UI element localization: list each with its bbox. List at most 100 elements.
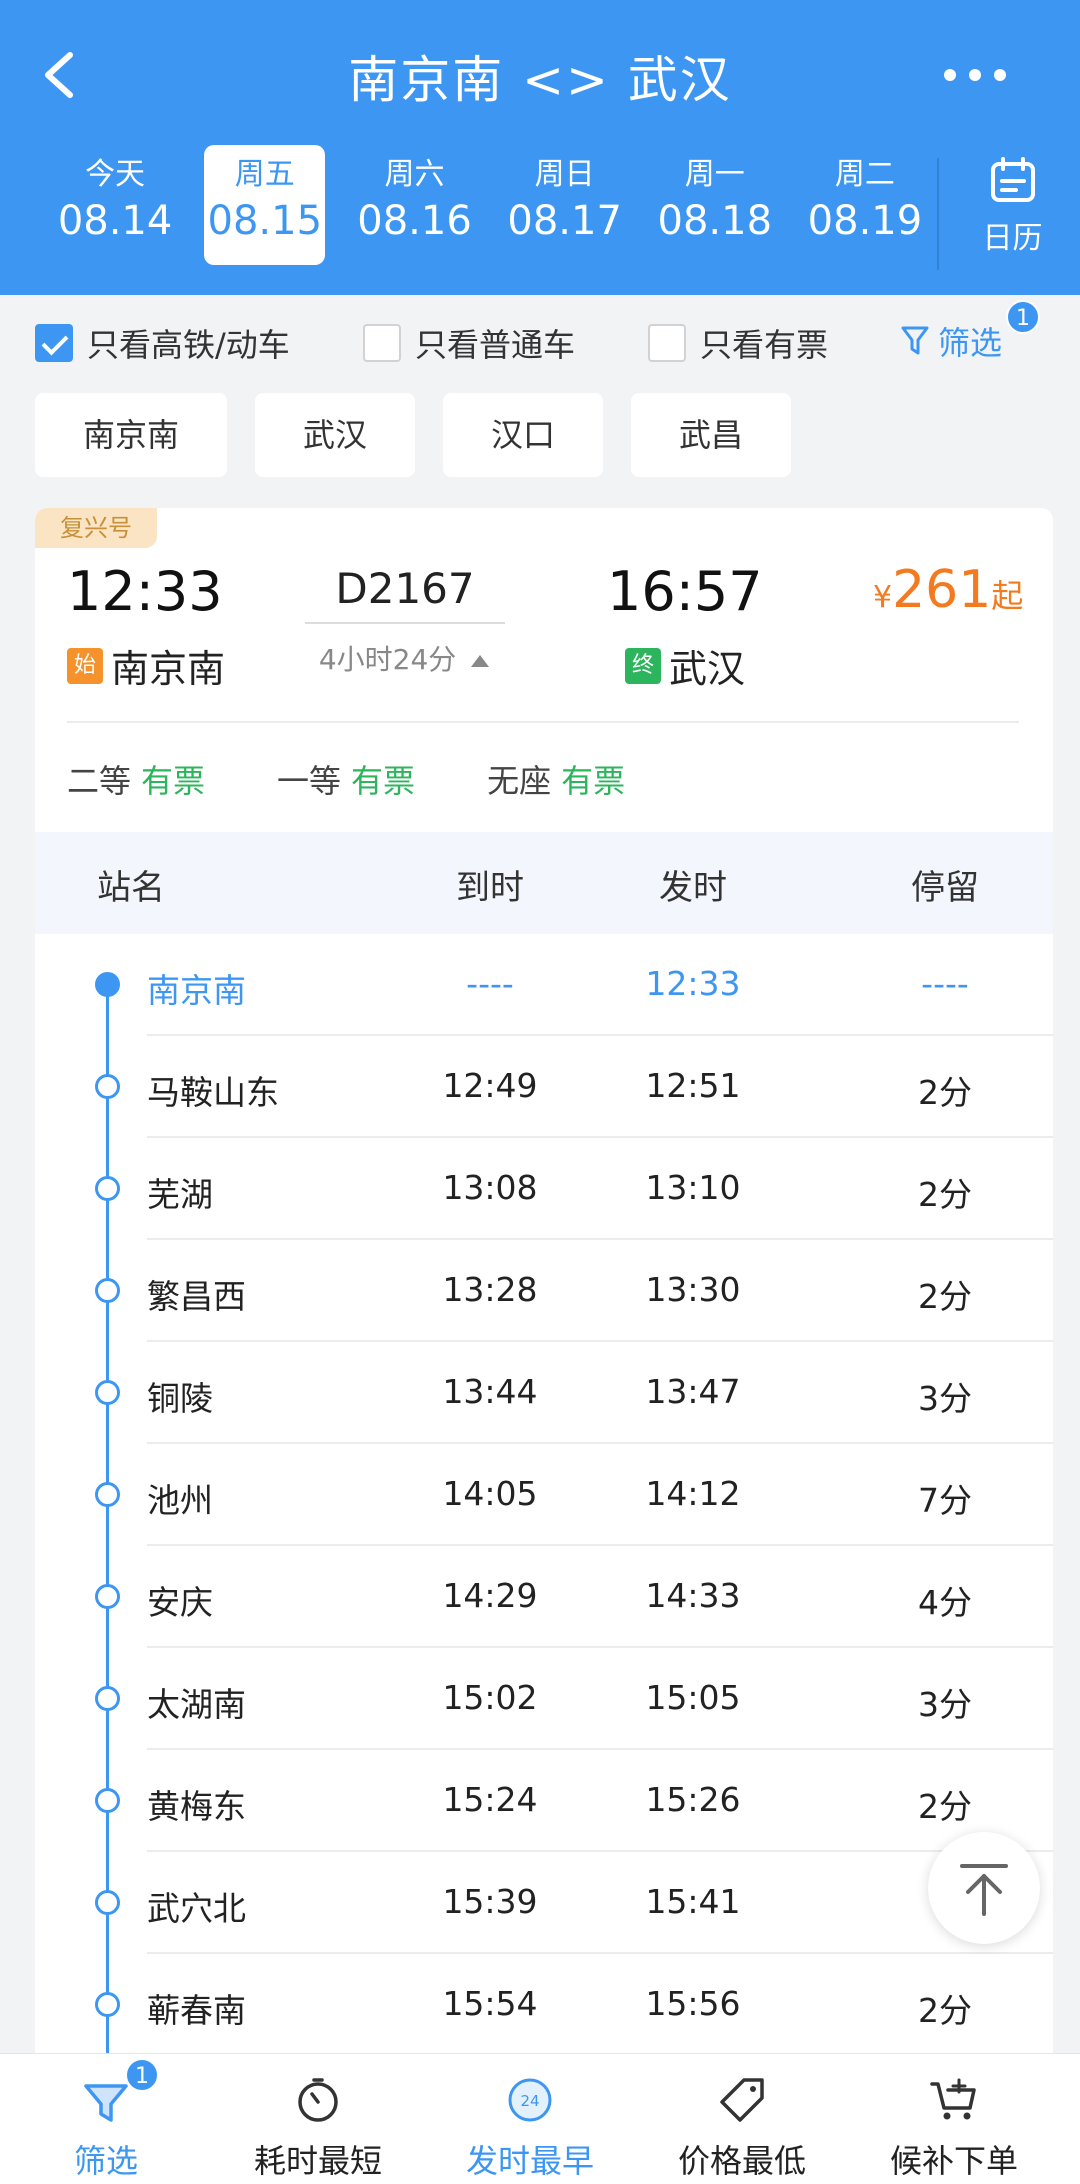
stop-depart: 15:56 <box>645 1984 741 2023</box>
date-tab-0[interactable]: 今天 08.14 <box>40 145 190 265</box>
stop-row: 池州 14:05 14:12 7分 <box>35 1444 1053 1546</box>
price-value: 261 <box>892 560 992 620</box>
stop-arrive: 13:44 <box>442 1372 538 1411</box>
train-number-underline <box>305 622 505 624</box>
seat-class: 二等 有票 <box>67 756 205 802</box>
stop-arrive: 14:05 <box>442 1474 538 1513</box>
stop-depart: 13:47 <box>645 1372 741 1411</box>
date-tab-5[interactable]: 周二 08.19 <box>790 145 940 265</box>
stop-name: 蕲春南 <box>147 1991 246 2030</box>
filter-high-speed-checkbox[interactable]: 只看高铁/动车 <box>35 320 290 366</box>
stop-arrive: 15:39 <box>442 1882 538 1921</box>
tab-shortest-duration-label: 耗时最短 <box>253 2142 382 2180</box>
stop-depart: 15:26 <box>645 1780 741 1819</box>
stop-row: 武穴北 15:39 15:41 <box>35 1852 1053 1954</box>
price: ¥ 261 起 <box>873 560 1023 620</box>
stop-list: 南京南 ---- 12:33 ---- 马鞍山东 12:49 12:51 2分 … <box>35 934 1053 2056</box>
date-tab-3[interactable]: 周日 08.17 <box>490 145 640 265</box>
filter-normal-checkbox[interactable]: 只看普通车 <box>363 320 575 366</box>
filter-available-label: 只看有票 <box>700 326 829 364</box>
screen-button[interactable]: 筛选 <box>900 318 1002 364</box>
stop-dot-icon <box>95 972 120 997</box>
calendar-button[interactable]: 日历 <box>955 155 1070 256</box>
filter-high-speed-label: 只看高铁/动车 <box>87 326 290 364</box>
cart-icon <box>930 2078 976 2120</box>
stop-name: 铜陵 <box>147 1379 213 1418</box>
stop-row: 繁昌西 13:28 13:30 2分 <box>35 1240 1053 1342</box>
tab-waitlist-order[interactable]: 候补下单 <box>848 2054 1060 2184</box>
stop-arrive: 13:08 <box>442 1168 538 1207</box>
calendar-label: 日历 <box>982 221 1043 256</box>
stop-depart: 15:41 <box>645 1882 741 1921</box>
filter-available-checkbox[interactable]: 只看有票 <box>648 320 828 366</box>
arrow-up-icon <box>960 1864 1008 1916</box>
date-value: 08.16 <box>357 198 472 244</box>
caret-up-icon <box>471 655 490 667</box>
stop-stay: ---- <box>921 964 969 1003</box>
screen-label: 筛选 <box>938 324 1003 362</box>
stop-row: 铜陵 13:44 13:47 3分 <box>35 1342 1053 1444</box>
seat-class: 一等 有票 <box>277 756 415 802</box>
seat-class: 无座 有票 <box>487 756 625 802</box>
origin-station: 始 南京南 <box>67 638 225 693</box>
svg-text:24: 24 <box>520 2092 539 2110</box>
tab-filter[interactable]: 筛选 1 <box>0 2054 212 2184</box>
stop-dot-icon <box>95 1992 120 2017</box>
more-button[interactable] <box>930 55 1020 95</box>
stop-arrive: 15:02 <box>442 1678 538 1717</box>
stop-arrive: ---- <box>466 964 514 1003</box>
tab-earliest-departure[interactable]: 24 发时最早 <box>424 2054 636 2184</box>
station-chip[interactable]: 武汉 <box>255 393 415 477</box>
page-title: 南京南 <> 武汉 <box>348 51 732 109</box>
stop-row: 马鞍山东 12:49 12:51 2分 <box>35 1036 1053 1138</box>
24h-icon: 24 <box>508 2078 552 2122</box>
stop-name: 南京南 <box>147 971 246 1010</box>
stop-name: 武穴北 <box>147 1889 246 1928</box>
stop-name: 繁昌西 <box>147 1277 246 1316</box>
checkbox-unchecked-icon <box>363 324 401 362</box>
train-card[interactable]: 复兴号 12:33 D2167 4小时24分 16:57 ¥ 261 起 始 南… <box>35 508 1053 2088</box>
date-tab-4[interactable]: 周一 08.18 <box>640 145 790 265</box>
tab-lowest-price[interactable]: 价格最低 <box>636 2054 848 2184</box>
stop-arrive: 13:28 <box>442 1270 538 1309</box>
header: 南京南 <> 武汉 今天 08.14 周五 08.15 周六 08.16 周日 … <box>0 0 1080 295</box>
calendar-divider <box>937 158 939 270</box>
station-chip[interactable]: 武昌 <box>631 393 791 477</box>
stop-stay: 3分 <box>918 1379 972 1418</box>
stop-dot-icon <box>95 1890 120 1915</box>
bottom-toolbar: 筛选 1 耗时最短 24 发时最早 价格最低 候补下单 <box>0 2053 1080 2184</box>
date-value: 08.15 <box>207 198 323 244</box>
price-currency: ¥ <box>873 580 893 615</box>
stop-dot-icon <box>95 1278 120 1303</box>
stop-depart: 12:33 <box>645 964 741 1003</box>
stop-row: 蕲春南 15:54 15:56 2分 <box>35 1954 1053 2056</box>
stop-name: 太湖南 <box>147 1685 246 1724</box>
calendar-icon <box>990 157 1035 202</box>
stop-dot-icon <box>95 1788 120 1813</box>
date-value: 08.18 <box>657 198 773 244</box>
back-to-top-button[interactable] <box>928 1832 1040 1944</box>
date-tab-1[interactable]: 周五 08.15 <box>204 145 326 265</box>
seat-class-name: 无座 <box>487 762 552 800</box>
stop-stay: 2分 <box>918 1073 972 1112</box>
stop-dot-icon <box>95 1482 120 1507</box>
end-mark: 终 <box>625 647 661 684</box>
date-tab-2[interactable]: 周六 08.16 <box>339 145 489 265</box>
stop-arrive: 15:24 <box>442 1780 538 1819</box>
more-icon <box>944 69 1006 81</box>
tab-lowest-price-label: 价格最低 <box>677 2142 806 2180</box>
tab-shortest-duration[interactable]: 耗时最短 <box>212 2054 424 2184</box>
stop-depart: 14:12 <box>645 1474 741 1513</box>
screen-count-badge: 1 <box>1006 300 1040 334</box>
stop-arrive: 12:49 <box>442 1066 538 1105</box>
stop-depart: 12:51 <box>645 1066 741 1105</box>
station-chip[interactable]: 南京南 <box>35 393 227 477</box>
train-type-tag: 复兴号 <box>35 508 157 548</box>
stop-stay: 4分 <box>918 1583 972 1622</box>
stop-stay: 3分 <box>918 1685 972 1724</box>
date-value: 08.14 <box>57 198 173 244</box>
station-chip[interactable]: 汉口 <box>443 393 603 477</box>
trip-duration[interactable]: 4小时24分 <box>305 638 505 678</box>
date-value: 08.19 <box>807 198 923 244</box>
stop-name: 黄梅东 <box>147 1787 246 1826</box>
